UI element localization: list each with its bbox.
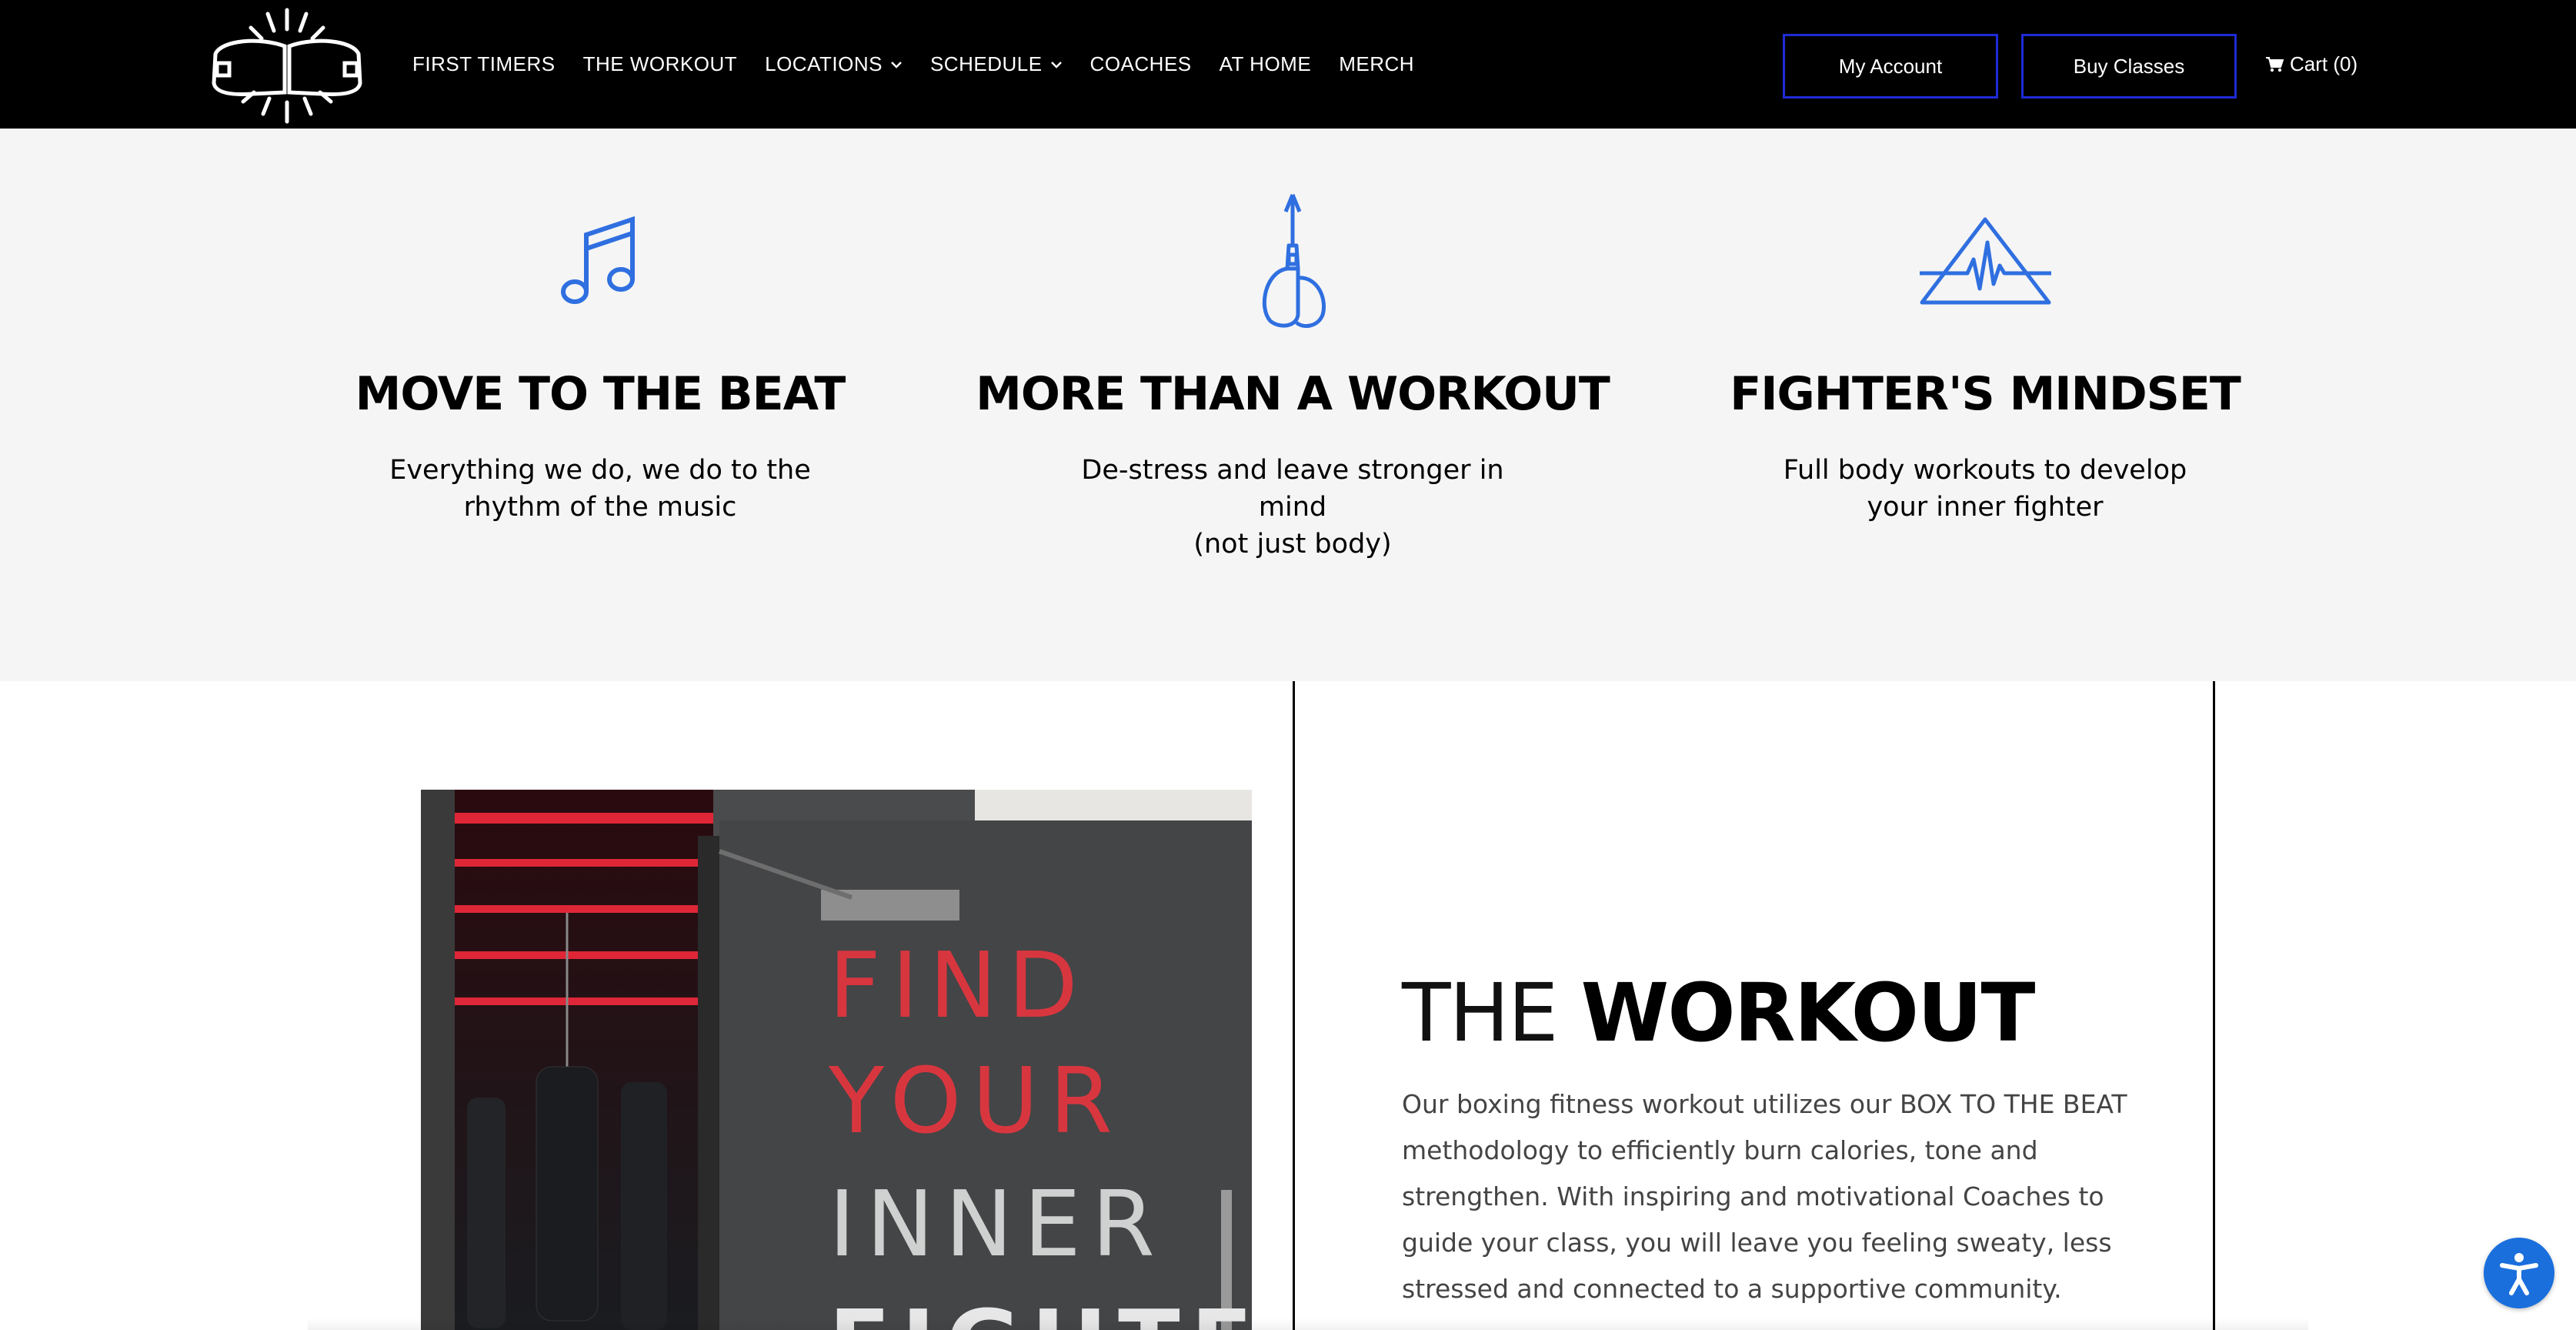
shopping-cart-icon	[2266, 56, 2284, 72]
workout-description: Our boxing fitness workout utilizes our …	[1402, 1089, 2127, 1304]
top-nav: FIRST TIMERS THE WORKOUT LOCATIONS SCHED…	[0, 0, 2576, 129]
feature-text-line2: (not just body)	[1193, 529, 1392, 560]
gym-door-photo: FIND YOUR INNER FIGHTER	[421, 790, 1252, 1330]
feature-text-line1: Full body workouts to develop	[1783, 455, 2187, 486]
nav-locations[interactable]: LOCATIONS	[765, 52, 903, 76]
buy-classes-button[interactable]: Buy Classes	[2021, 34, 2237, 99]
my-account-button[interactable]: My Account	[1783, 34, 1998, 99]
bottom-shadow	[308, 1318, 2308, 1330]
gym-door-illustration: FIND YOUR INNER FIGHTER	[421, 790, 1252, 1330]
cart-label: Cart (0)	[2290, 52, 2358, 75]
nav-the-workout-label: THE WORKOUT	[582, 52, 738, 75]
workout-heading-light: THE	[1402, 966, 1581, 1060]
accessibility-button[interactable]	[2484, 1238, 2554, 1308]
features-section: MOVE TO THE BEAT Everything we do, we do…	[0, 129, 2576, 681]
nav-the-workout[interactable]: THE WORKOUT	[583, 52, 738, 76]
feature-text: De-stress and leave stronger in mind (not…	[1062, 452, 1523, 563]
accessibility-icon	[2500, 1253, 2538, 1295]
nav-schedule[interactable]: SCHEDULE	[930, 52, 1063, 76]
feature-title: MOVE TO THE BEAT	[355, 367, 846, 421]
workout-heading: THE WORKOUT	[1402, 966, 2036, 1060]
feature-title: FIGHTER'S MINDSET	[1730, 367, 2241, 421]
workout-heading-bold: WORKOUT	[1580, 966, 2036, 1060]
nav-at-home-label: AT HOME	[1219, 52, 1312, 75]
boxing-gloves-icon	[1262, 194, 1326, 329]
nav-locations-label: LOCATIONS	[765, 52, 883, 75]
photo-text-inner: INNER	[829, 1171, 1166, 1277]
nav-at-home[interactable]: AT HOME	[1220, 52, 1312, 76]
feature-title: MORE THAN A WORKOUT	[976, 367, 1610, 421]
nav-merch[interactable]: MERCH	[1339, 52, 1414, 76]
photo-text-find: FIND	[829, 932, 1089, 1038]
nav-schedule-label: SCHEDULE	[929, 52, 1043, 75]
music-note-icon	[561, 216, 635, 304]
photo-text-your: YOUR	[828, 1048, 1123, 1154]
feature-text: Full body workouts to develop your inner …	[1754, 452, 2216, 526]
nav-merch-label: MERCH	[1339, 52, 1415, 75]
divider-line	[2213, 681, 2215, 1330]
feature-text-line2: your inner fighter	[1867, 492, 2104, 523]
boxing-gloves-logo[interactable]	[206, 6, 368, 125]
feature-text: Everything we do, we do to the rhythm of …	[369, 452, 831, 526]
nav-menu: FIRST TIMERS THE WORKOUT LOCATIONS SCHED…	[412, 0, 1442, 129]
nav-coaches[interactable]: COACHES	[1090, 52, 1192, 76]
nav-first-timers-label: FIRST TIMERS	[412, 52, 556, 75]
chevron-down-icon	[1050, 61, 1062, 69]
chevron-down-icon	[891, 61, 902, 69]
feature-text-line1: Everything we do, we do to the	[389, 455, 811, 486]
feature-text-line1: De-stress and leave stronger in mind	[1081, 455, 1504, 523]
nav-coaches-label: COACHES	[1089, 52, 1192, 75]
heartbeat-triangle-icon	[1919, 217, 2051, 305]
feature-text-line2: rhythm of the music	[463, 492, 737, 523]
divider-line	[1293, 681, 1295, 1330]
nav-first-timers[interactable]: FIRST TIMERS	[412, 52, 556, 76]
cart-link[interactable]: Cart (0)	[2265, 0, 2357, 129]
